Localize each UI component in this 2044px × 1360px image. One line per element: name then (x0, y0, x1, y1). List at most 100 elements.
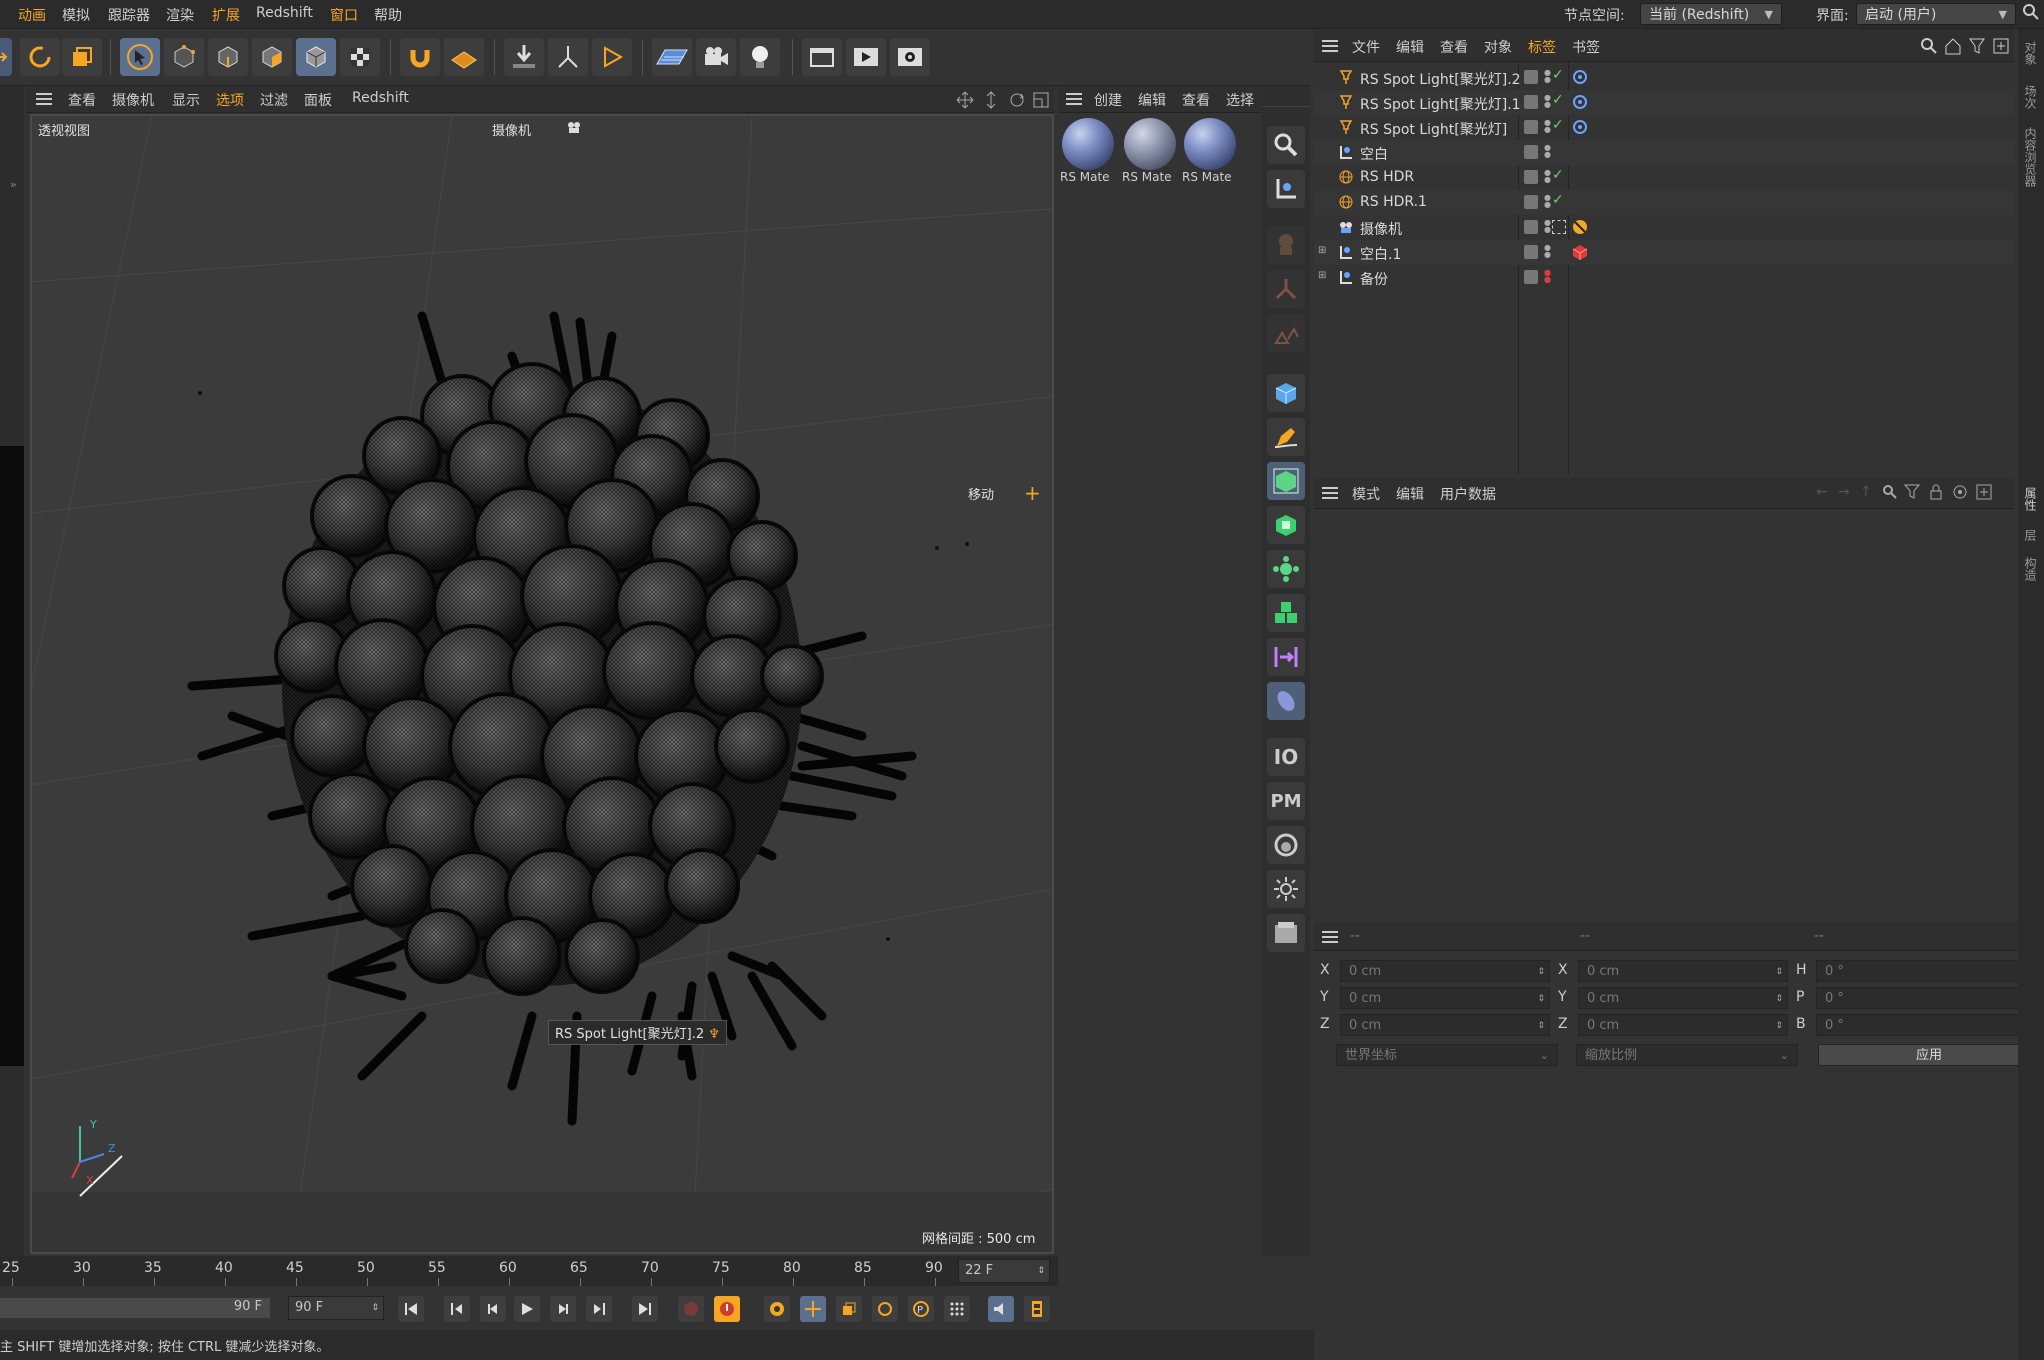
coord-field[interactable]: 0 cm ⇕ (1578, 960, 1788, 982)
mograph-cubes-icon[interactable] (1267, 594, 1305, 632)
go-to-end-icon[interactable] (632, 1296, 658, 1322)
vp-menu-options[interactable]: 选项 (216, 90, 244, 110)
sphere-render-icon[interactable] (1267, 826, 1305, 864)
mat-menu-view[interactable]: 查看 (1182, 90, 1210, 110)
vp-menu-filter[interactable]: 过滤 (260, 90, 288, 110)
maximize-view-icon[interactable] (1032, 91, 1050, 113)
coord-field[interactable]: 0 °⇕ (1816, 1014, 2038, 1036)
object-name[interactable]: 备份 (1360, 269, 1388, 289)
mat-menu-create[interactable]: 创建 (1094, 90, 1122, 110)
lock-icon[interactable] (1928, 484, 1944, 504)
hamburger-icon[interactable] (1322, 39, 1338, 57)
vp-menu-redshift[interactable]: Redshift (352, 90, 409, 106)
prev-key-icon[interactable] (444, 1296, 470, 1322)
edit-layer-icon[interactable] (1524, 195, 1538, 209)
camera-icon[interactable] (696, 38, 736, 76)
dolly-icon[interactable] (982, 91, 1000, 113)
visibility-dots-icon[interactable]: ● ● (1544, 94, 1551, 109)
extrude-icon[interactable] (1267, 506, 1305, 544)
node-space-dropdown[interactable]: 当前 (Redshift) ▼ (1640, 3, 1782, 25)
play-icon[interactable] (514, 1296, 540, 1322)
aov-icon[interactable] (1267, 914, 1305, 952)
object-row[interactable]: ⊞ 空白.1 ● ● (1314, 240, 2014, 265)
object-name[interactable]: RS HDR.1 (1360, 194, 1427, 210)
expand-toggle-icon[interactable]: ⊞ (1318, 270, 1326, 281)
edit-layer-icon[interactable] (1524, 145, 1538, 159)
menu-animation[interactable]: 动画 (18, 5, 46, 25)
coord-field[interactable]: 0 cm ⇕ (1578, 987, 1788, 1009)
edit-layer-icon[interactable] (1524, 95, 1538, 109)
obj-menu-file[interactable]: 文件 (1352, 37, 1380, 57)
ik-icon[interactable] (1267, 314, 1305, 352)
target-icon[interactable] (1952, 484, 1968, 504)
sound-icon[interactable] (988, 1296, 1014, 1322)
object-row[interactable]: RS Spot Light[聚光灯].1 ● ● ✓ (1314, 90, 2014, 115)
filter-icon[interactable] (1968, 37, 1986, 59)
io-icon[interactable]: IO (1267, 738, 1305, 776)
magnifier-icon[interactable] (1267, 126, 1305, 164)
end-frame-field[interactable]: 90 F ⇕ (288, 1296, 384, 1320)
edit-layer-icon[interactable] (1524, 245, 1538, 259)
enabled-check-icon[interactable]: ✓ (1552, 192, 1564, 208)
coord-field[interactable]: 0 cm ⇕ (1340, 987, 1550, 1009)
go-to-start-icon[interactable] (398, 1296, 424, 1322)
visibility-dots-icon[interactable]: ● ● (1544, 119, 1551, 134)
menu-render[interactable]: 渲染 (166, 5, 194, 25)
coordinate-system-icon[interactable] (592, 38, 632, 76)
snap-magnet-icon[interactable] (400, 38, 440, 76)
next-key-icon[interactable] (586, 1296, 612, 1322)
scale-mode-dropdown[interactable]: 缩放比例 ⌄ (1576, 1044, 1798, 1066)
rotate-tool-icon[interactable] (20, 38, 60, 76)
menu-extensions[interactable]: 扩展 (212, 5, 240, 25)
cube-primitive-icon[interactable] (1267, 374, 1305, 412)
sun-light-icon[interactable] (1267, 870, 1305, 908)
visibility-dots-icon[interactable]: ● ● (1544, 169, 1551, 184)
hamburger-icon[interactable] (36, 92, 52, 110)
camera-small-icon[interactable] (566, 120, 582, 138)
prev-frame-icon[interactable] (480, 1296, 506, 1322)
tab-takes[interactable]: 场次 (2022, 85, 2039, 109)
visibility-dots-icon[interactable]: ● ● (1544, 194, 1551, 209)
up-arrow-icon[interactable]: ↑ (1860, 484, 1872, 500)
object-name[interactable]: RS Spot Light[聚光灯].2 (1360, 69, 1521, 89)
search-icon[interactable] (1882, 484, 1898, 504)
stepper-icon[interactable]: ⇕ (1775, 988, 1783, 1010)
visibility-dots-icon[interactable]: ● ● (1544, 219, 1551, 234)
object-row[interactable]: RS HDR.1 ● ● ✓ (1314, 190, 2014, 215)
enabled-check-icon[interactable]: ✓ (1552, 92, 1564, 108)
visibility-dots-icon[interactable]: ● ● (1544, 144, 1551, 159)
material-swatch[interactable]: RS Mate (1182, 118, 1238, 194)
select-arrow-icon[interactable] (120, 38, 160, 76)
tab-objects[interactable]: 对象 (2022, 41, 2039, 65)
visibility-dots-icon[interactable]: ● ● (1544, 69, 1551, 84)
new-panel-icon[interactable] (1992, 37, 2010, 59)
obj-menu-edit[interactable]: 编辑 (1396, 37, 1424, 57)
render-settings-icon[interactable] (890, 38, 930, 76)
rotation-key-icon[interactable] (872, 1296, 898, 1322)
obj-menu-view[interactable]: 查看 (1440, 37, 1468, 57)
auto-key-icon[interactable] (714, 1296, 740, 1322)
stepper-icon[interactable]: ⇕ (1775, 961, 1783, 983)
edit-layer-icon[interactable] (1524, 120, 1538, 134)
next-frame-icon[interactable] (550, 1296, 576, 1322)
menu-redshift[interactable]: Redshift (256, 5, 313, 21)
keyframe-settings-icon[interactable] (764, 1296, 790, 1322)
object-row[interactable]: 摄像机 ● ● (1314, 215, 2014, 240)
pan-icon[interactable] (956, 91, 974, 113)
pen-spline-icon[interactable] (1267, 418, 1305, 456)
target-tag-icon[interactable] (1572, 94, 1588, 114)
drop-to-floor-icon[interactable] (504, 38, 544, 76)
object-name[interactable]: 空白 (1360, 144, 1388, 164)
floor-grid-icon[interactable] (652, 38, 692, 76)
point-level-key-icon[interactable] (944, 1296, 970, 1322)
search-icon[interactable] (1920, 37, 1938, 59)
deformer-icon[interactable] (1267, 638, 1305, 676)
parameter-key-icon[interactable]: P (908, 1296, 934, 1322)
character-icon[interactable] (1267, 226, 1305, 264)
menu-window[interactable]: 窗口 (330, 5, 358, 25)
tab-layers[interactable]: 层 (2022, 529, 2039, 541)
edit-layer-icon[interactable] (1524, 70, 1538, 84)
back-arrow-icon[interactable]: ← (1816, 484, 1828, 500)
object-name[interactable]: 空白.1 (1360, 244, 1401, 264)
scale-key-icon[interactable] (836, 1296, 862, 1322)
